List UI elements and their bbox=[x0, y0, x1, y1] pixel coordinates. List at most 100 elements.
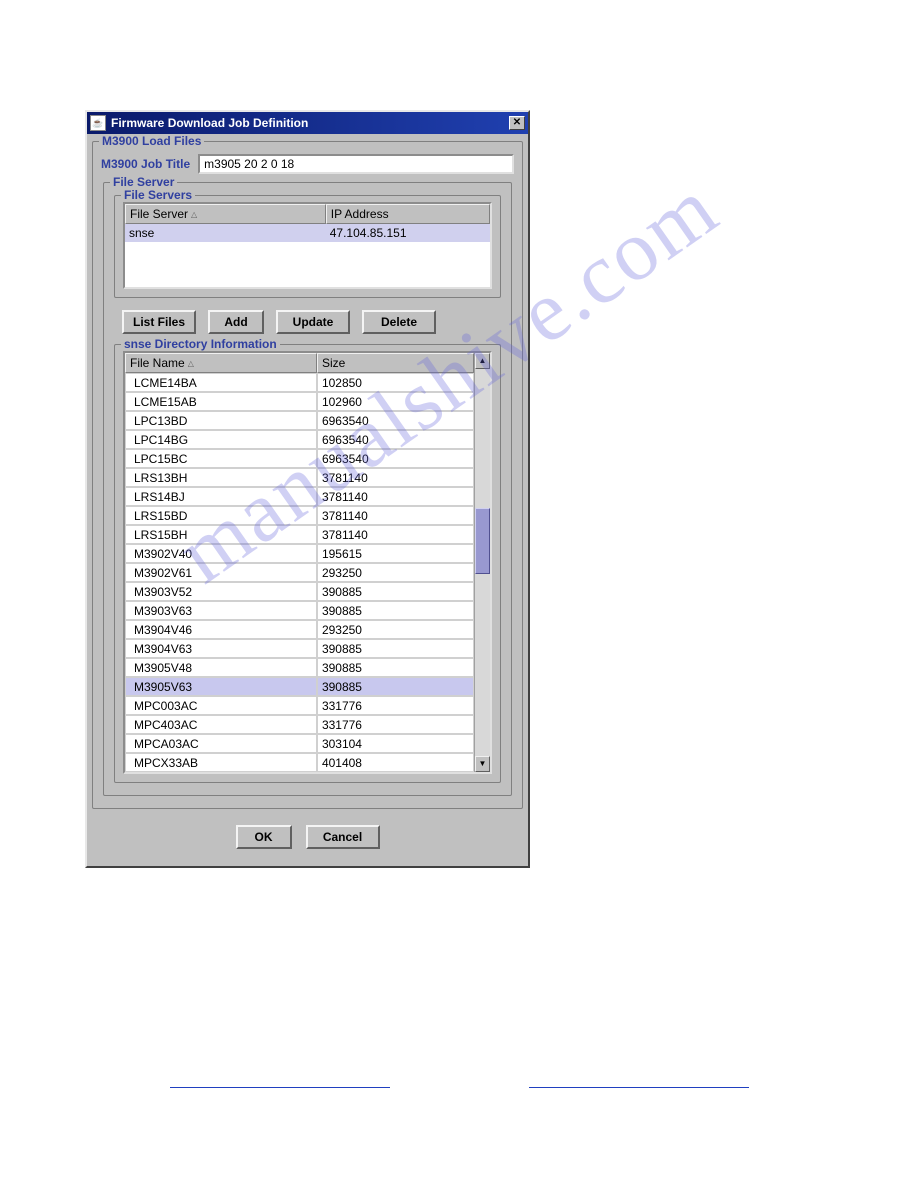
table-row[interactable]: M3902V40195615 bbox=[125, 544, 474, 563]
size-cell: 6963540 bbox=[317, 449, 474, 468]
size-col-header[interactable]: Size bbox=[317, 353, 474, 373]
dialog-footer: OK Cancel bbox=[90, 813, 525, 863]
table-row[interactable]: LCME15AB102960 bbox=[125, 392, 474, 411]
table-row[interactable]: LPC14BG6963540 bbox=[125, 430, 474, 449]
size-cell: 6963540 bbox=[317, 411, 474, 430]
size-cell: 6963540 bbox=[317, 430, 474, 449]
server-button-row: List Files Add Update Delete bbox=[122, 310, 503, 334]
scroll-thumb[interactable] bbox=[475, 508, 490, 574]
size-cell: 3781140 bbox=[317, 468, 474, 487]
ip-cell: 47.104.85.151 bbox=[326, 224, 490, 242]
file-servers-legend: File Servers bbox=[121, 188, 195, 202]
table-row[interactable]: LPC15BC6963540 bbox=[125, 449, 474, 468]
size-cell: 331776 bbox=[317, 696, 474, 715]
add-button[interactable]: Add bbox=[208, 310, 264, 334]
size-cell: 293250 bbox=[317, 563, 474, 582]
filename-cell: M3902V40 bbox=[125, 544, 317, 563]
table-row[interactable]: LRS13BH3781140 bbox=[125, 468, 474, 487]
close-icon[interactable]: ✕ bbox=[509, 116, 525, 130]
list-files-button[interactable]: List Files bbox=[122, 310, 196, 334]
size-cell: 390885 bbox=[317, 639, 474, 658]
server-table-empty bbox=[125, 242, 490, 287]
table-row[interactable]: MPC403AC331776 bbox=[125, 715, 474, 734]
scroll-down-icon[interactable]: ▼ bbox=[475, 756, 490, 772]
filename-cell: MPCA03AC bbox=[125, 734, 317, 753]
filename-cell: M3905V48 bbox=[125, 658, 317, 677]
directory-info-legend: snse Directory Information bbox=[121, 337, 280, 351]
table-row[interactable]: M3904V63390885 bbox=[125, 639, 474, 658]
table-row[interactable]: MPCX33AB401408 bbox=[125, 753, 474, 772]
ok-button[interactable]: OK bbox=[236, 825, 292, 849]
size-cell: 293250 bbox=[317, 620, 474, 639]
filename-cell: M3903V52 bbox=[125, 582, 317, 601]
size-cell: 3781140 bbox=[317, 525, 474, 544]
server-table-header: File Server △ IP Address bbox=[125, 204, 490, 224]
table-row[interactable]: LRS14BJ3781140 bbox=[125, 487, 474, 506]
footer-link-left[interactable] bbox=[170, 1074, 390, 1088]
server-col-label: File Server bbox=[130, 207, 188, 221]
size-cell: 102960 bbox=[317, 392, 474, 411]
cancel-button[interactable]: Cancel bbox=[306, 825, 380, 849]
filename-col-label: File Name bbox=[130, 356, 185, 370]
filename-col-header[interactable]: File Name △ bbox=[125, 353, 317, 373]
table-row[interactable]: LRS15BH3781140 bbox=[125, 525, 474, 544]
file-servers-group: File Servers File Server △ IP Address sn… bbox=[114, 195, 501, 298]
directory-info-group: snse Directory Information File Name △ S… bbox=[114, 344, 501, 783]
table-row[interactable]: M3904V46293250 bbox=[125, 620, 474, 639]
file-server-group: File Server File Servers File Server △ I… bbox=[103, 182, 512, 796]
server-col-header[interactable]: File Server △ bbox=[125, 204, 326, 224]
filename-cell: M3905V63 bbox=[125, 677, 317, 696]
server-cell: snse bbox=[125, 224, 326, 242]
filename-cell: M3902V61 bbox=[125, 563, 317, 582]
window-body: M3900 Load Files M3900 Job Title File Se… bbox=[87, 134, 528, 866]
scroll-up-icon[interactable]: ▲ bbox=[475, 353, 490, 369]
ip-col-header[interactable]: IP Address bbox=[326, 204, 490, 224]
scroll-track[interactable] bbox=[475, 369, 490, 756]
dialog-window: ☕ Firmware Download Job Definition ✕ M39… bbox=[85, 110, 530, 868]
table-row[interactable]: LCME14BA102850 bbox=[125, 373, 474, 392]
size-cell: 195615 bbox=[317, 544, 474, 563]
job-title-input[interactable] bbox=[198, 154, 514, 174]
table-row[interactable]: MPCA03AC303104 bbox=[125, 734, 474, 753]
filename-cell: M3904V46 bbox=[125, 620, 317, 639]
filename-cell: MPC403AC bbox=[125, 715, 317, 734]
sort-asc-icon: △ bbox=[191, 210, 197, 219]
size-cell: 303104 bbox=[317, 734, 474, 753]
file-table: File Name △ Size LCME14BA102850LCME15AB1… bbox=[125, 353, 474, 772]
delete-button[interactable]: Delete bbox=[362, 310, 436, 334]
file-table-wrap: File Name △ Size LCME14BA102850LCME15AB1… bbox=[123, 351, 492, 774]
server-table: File Server △ IP Address snse47.104.85.1… bbox=[123, 202, 492, 289]
window-title: Firmware Download Job Definition bbox=[111, 116, 509, 130]
filename-cell: MPC003AC bbox=[125, 696, 317, 715]
table-row[interactable]: M3905V63390885 bbox=[125, 677, 474, 696]
filename-cell: LPC15BC bbox=[125, 449, 317, 468]
filename-cell: LPC13BD bbox=[125, 411, 317, 430]
job-title-label: M3900 Job Title bbox=[101, 157, 190, 171]
table-row[interactable]: LRS15BD3781140 bbox=[125, 506, 474, 525]
table-row[interactable]: snse47.104.85.151 bbox=[125, 224, 490, 242]
update-button[interactable]: Update bbox=[276, 310, 350, 334]
filename-cell: MPCX33AB bbox=[125, 753, 317, 772]
size-cell: 390885 bbox=[317, 601, 474, 620]
table-row[interactable]: M3903V63390885 bbox=[125, 601, 474, 620]
job-title-row: M3900 Job Title bbox=[101, 154, 514, 174]
table-row[interactable]: LPC13BD6963540 bbox=[125, 411, 474, 430]
filename-cell: LRS15BH bbox=[125, 525, 317, 544]
filename-cell: LCME14BA bbox=[125, 373, 317, 392]
table-row[interactable]: M3905V48390885 bbox=[125, 658, 474, 677]
table-row[interactable]: MPC003AC331776 bbox=[125, 696, 474, 715]
titlebar: ☕ Firmware Download Job Definition ✕ bbox=[87, 112, 528, 134]
filename-cell: M3904V63 bbox=[125, 639, 317, 658]
footer-link-right[interactable] bbox=[529, 1074, 749, 1088]
filename-cell: LRS13BH bbox=[125, 468, 317, 487]
file-table-header: File Name △ Size bbox=[125, 353, 474, 373]
size-cell: 390885 bbox=[317, 658, 474, 677]
size-cell: 390885 bbox=[317, 582, 474, 601]
file-scrollbar[interactable]: ▲ ▼ bbox=[474, 353, 490, 772]
table-row[interactable]: M3903V52390885 bbox=[125, 582, 474, 601]
size-cell: 401408 bbox=[317, 753, 474, 772]
load-files-legend: M3900 Load Files bbox=[99, 134, 204, 148]
table-row[interactable]: M3902V61293250 bbox=[125, 563, 474, 582]
filename-cell: M3903V63 bbox=[125, 601, 317, 620]
filename-cell: LPC14BG bbox=[125, 430, 317, 449]
